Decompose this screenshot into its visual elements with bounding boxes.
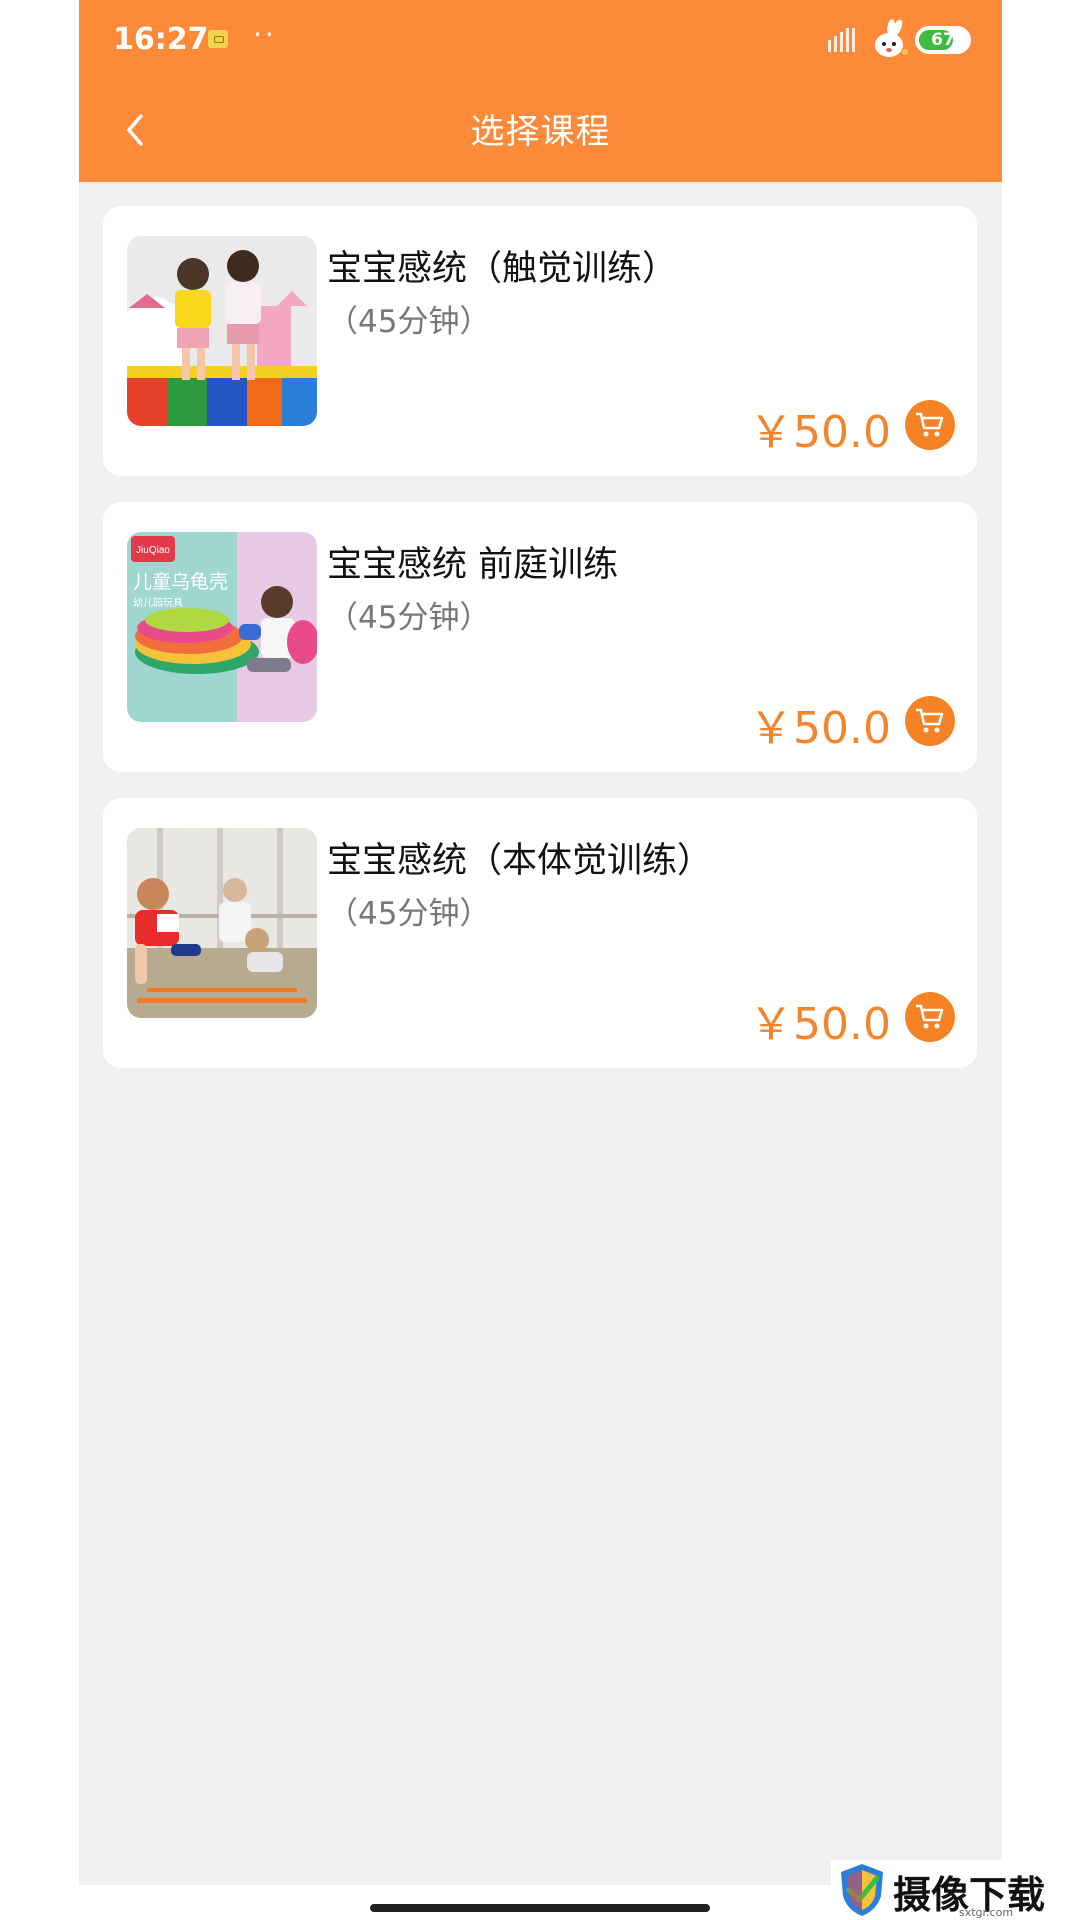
course-name: 宝宝感统（本体觉训练） [327, 841, 713, 881]
course-card[interactable]: 宝宝感统（本体觉训练） （45分钟） ￥50.0 [103, 798, 977, 1068]
course-price: ￥50.0 [749, 407, 891, 458]
course-duration: （45分钟） [327, 600, 491, 636]
course-card[interactable]: JiuQiao 儿童乌龟壳 幼儿园玩具 宝宝感统 前庭训练 （45分钟） ￥50… [103, 502, 977, 772]
app-window: 16:27 ·· 67 选择课程 宝宝感统（触觉训练） （45分钟） ￥50.0… [79, 0, 1002, 1885]
course-duration: （45分钟） [327, 896, 491, 932]
cart-icon[interactable] [905, 696, 955, 746]
status-time: 16:27 [113, 22, 209, 57]
battery-level: 67 [931, 30, 955, 50]
status-dots: ·· [253, 18, 277, 51]
course-card[interactable]: 宝宝感统（触觉训练） （45分钟） ￥50.0 [103, 206, 977, 476]
course-name: 宝宝感统 前庭训练 [327, 545, 619, 585]
course-duration: （45分钟） [327, 304, 491, 340]
cart-icon[interactable] [905, 400, 955, 450]
message-notification-icon [208, 30, 228, 48]
thumb-subtitle: 幼儿园玩具 [133, 596, 183, 609]
screen: 16:27 ·· 67 选择课程 宝宝感统（触觉训练） （45分钟） ￥50.0… [0, 0, 1080, 1920]
thumb-title: 儿童乌龟壳 [133, 571, 228, 593]
signal-icon [828, 28, 858, 52]
header-bar: 16:27 ·· 67 选择课程 [79, 0, 1002, 182]
shield-logo-icon [841, 1864, 883, 1916]
thumb-brand: JiuQiao [136, 545, 170, 556]
battery-indicator: 67 [915, 26, 971, 54]
cart-icon[interactable] [905, 992, 955, 1042]
home-indicator[interactable] [370, 1904, 710, 1912]
watermark-url: sxtgr.com [959, 1906, 1014, 1919]
course-image-vestibular: JiuQiao 儿童乌龟壳 幼儿园玩具 [127, 532, 317, 722]
rabbit-mascot-icon [875, 19, 908, 57]
course-name: 宝宝感统（触觉训练） [327, 249, 678, 289]
course-price: ￥50.0 [749, 999, 891, 1050]
page-title: 选择课程 [470, 112, 611, 152]
watermark: 摄像下载站 sxtgr.com [831, 1860, 1080, 1920]
course-price: ￥50.0 [749, 703, 891, 754]
course-image-tactile [127, 236, 317, 426]
course-image-proprioception [127, 828, 317, 1018]
